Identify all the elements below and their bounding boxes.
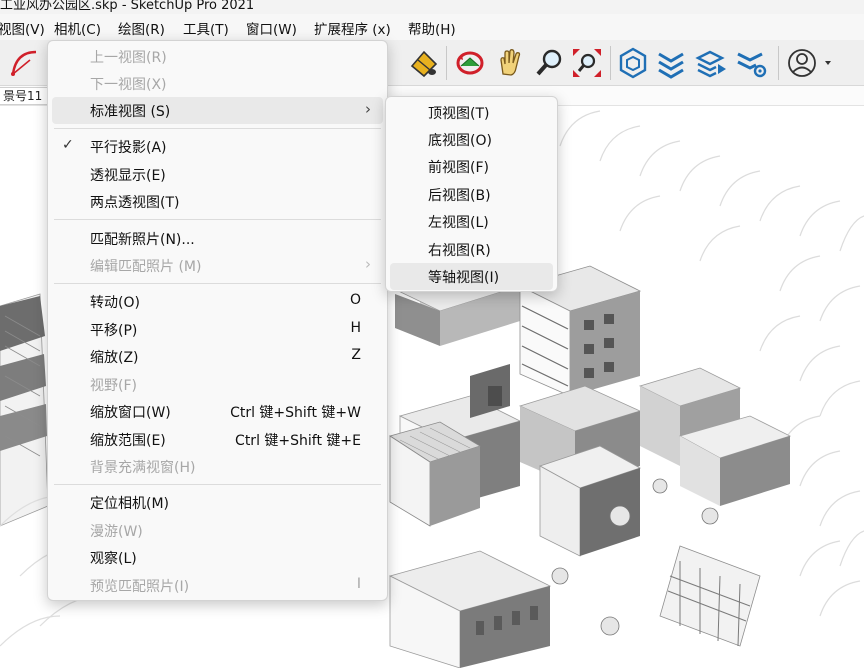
- menu-separator: [54, 128, 381, 129]
- components-icon[interactable]: [652, 44, 690, 82]
- menu-item-preview-matched-photo[interactable]: 预览匹配照片(I) I: [52, 572, 383, 599]
- menu-item-label: 定位相机(M): [90, 496, 170, 512]
- menu-item-zoom[interactable]: 缩放(Z) Z: [52, 343, 383, 370]
- menu-item-shortcut: Ctrl 键+Shift 键+W: [230, 405, 361, 421]
- arc-tool-icon[interactable]: [6, 44, 44, 82]
- menu-item-label: 缩放范围(E): [90, 433, 166, 449]
- submenu-item-bottom-view[interactable]: 底视图(O): [390, 126, 553, 153]
- menu-item-label: 标准视图 (S): [90, 104, 171, 120]
- pan-icon[interactable]: [491, 44, 529, 82]
- layout-send-icon[interactable]: [692, 44, 730, 82]
- menu-camera[interactable]: 相机(C): [54, 18, 101, 38]
- chevron-right-icon: ›: [365, 100, 371, 118]
- menu-separator: [54, 484, 381, 485]
- menu-item-position-camera[interactable]: 定位相机(M): [52, 489, 383, 516]
- menu-item-standard-views[interactable]: 标准视图 (S) ›: [52, 97, 383, 124]
- submenu-item-right-view[interactable]: 右视图(R): [390, 236, 553, 263]
- menu-item-label: 观察(L): [90, 551, 137, 567]
- menu-item-label: 缩放(Z): [90, 350, 139, 366]
- menu-item-shortcut: Z: [351, 347, 361, 363]
- window-title: 工业风办公园区.skp - SketchUp Pro 2021: [0, 0, 255, 13]
- menu-item-shortcut: H: [350, 320, 361, 336]
- menu-item-look-around[interactable]: 观察(L): [52, 544, 383, 571]
- menu-help[interactable]: 帮助(H): [408, 18, 456, 38]
- menu-item-label: 视野(F): [90, 378, 137, 394]
- menu-item-label: 背景充满视窗(H): [90, 460, 196, 476]
- menu-item-label: 转动(O): [90, 295, 140, 311]
- menu-item-label: 平行投影(A): [90, 140, 167, 156]
- toolbar-separator: [610, 46, 611, 80]
- scene-tab[interactable]: 景号11: [0, 87, 50, 105]
- menu-item-label: 右视图(R): [428, 243, 491, 259]
- menu-draw[interactable]: 绘图(R): [118, 18, 165, 38]
- chevron-right-icon: ›: [365, 255, 371, 273]
- menu-item-zoom-extents[interactable]: 缩放范围(E) Ctrl 键+Shift 键+E: [52, 426, 383, 453]
- menu-item-shortcut: I: [356, 576, 361, 592]
- camera-menu: 上一视图(R) 下一视图(X) 标准视图 (S) › ✓ 平行投影(A) 透视显…: [47, 40, 388, 601]
- title-bar: 工业风办公园区.skp - SketchUp Pro 2021: [0, 0, 864, 14]
- extension-warehouse-icon[interactable]: [614, 44, 652, 82]
- menu-item-label: 预览匹配照片(I): [90, 579, 190, 595]
- menu-item-label: 等轴视图(I): [428, 270, 500, 286]
- menu-item-previous-view[interactable]: 上一视图(R): [52, 43, 383, 70]
- menu-tools[interactable]: 工具(T): [183, 18, 229, 38]
- menu-extensions[interactable]: 扩展程序 (x): [314, 18, 391, 38]
- menu-window[interactable]: 窗口(W): [246, 18, 297, 38]
- orbit-icon[interactable]: [451, 44, 489, 82]
- menu-item-label: 左视图(L): [428, 215, 489, 231]
- menu-item-label: 匹配新照片(N)...: [90, 232, 195, 248]
- sketchup-window: 工业风办公园区.skp - SketchUp Pro 2021 视图(V) 相机…: [0, 0, 864, 668]
- submenu-item-front-view[interactable]: 前视图(F): [390, 153, 553, 180]
- zoom-extents-icon[interactable]: [568, 44, 606, 82]
- menu-item-field-of-view[interactable]: 视野(F): [52, 371, 383, 398]
- menu-item-label: 上一视图(R): [90, 50, 167, 66]
- menu-item-label: 平移(P): [90, 323, 138, 339]
- menu-item-label: 两点透视图(T): [90, 195, 180, 211]
- submenu-item-isometric-view[interactable]: 等轴视图(I): [390, 263, 553, 290]
- menu-item-zoom-window[interactable]: 缩放窗口(W) Ctrl 键+Shift 键+W: [52, 398, 383, 425]
- menu-item-walk[interactable]: 漫游(W): [52, 517, 383, 544]
- paint-bucket-icon[interactable]: [404, 44, 442, 82]
- menu-item-background-fill[interactable]: 背景充满视窗(H): [52, 453, 383, 480]
- menu-item-match-new-photo[interactable]: 匹配新照片(N)...: [52, 225, 383, 252]
- submenu-item-left-view[interactable]: 左视图(L): [390, 208, 553, 235]
- menu-item-label: 前视图(F): [428, 160, 489, 176]
- menu-separator: [54, 219, 381, 220]
- menu-item-label: 下一视图(X): [90, 77, 167, 93]
- menu-item-label: 后视图(B): [428, 188, 491, 204]
- zoom-icon[interactable]: [530, 44, 568, 82]
- menu-item-pan[interactable]: 平移(P) H: [52, 316, 383, 343]
- menu-separator: [54, 283, 381, 284]
- menu-view[interactable]: 视图(V): [0, 18, 45, 38]
- menu-item-label: 顶视图(T): [428, 106, 490, 122]
- menu-item-shortcut: Ctrl 键+Shift 键+E: [235, 433, 361, 449]
- standard-views-submenu: 顶视图(T) 底视图(O) 前视图(F) 后视图(B) 左视图(L) 右视图(R…: [385, 96, 558, 292]
- menu-item-label: 底视图(O): [428, 133, 492, 149]
- menu-item-perspective[interactable]: 透视显示(E): [52, 161, 383, 188]
- menu-item-two-point-perspective[interactable]: 两点透视图(T): [52, 188, 383, 215]
- menu-item-shortcut: O: [349, 292, 361, 308]
- menu-bar: 视图(V) 相机(C) 绘图(R) 工具(T) 窗口(W) 扩展程序 (x) 帮…: [0, 14, 864, 40]
- menu-item-parallel-projection[interactable]: ✓ 平行投影(A): [52, 133, 383, 160]
- menu-item-edit-matched-photo[interactable]: 编辑匹配照片 (M) ›: [52, 252, 383, 279]
- submenu-item-top-view[interactable]: 顶视图(T): [390, 99, 553, 126]
- menu-item-label: 漫游(W): [90, 524, 143, 540]
- submenu-item-back-view[interactable]: 后视图(B): [390, 181, 553, 208]
- toolbar-separator: [446, 46, 447, 80]
- checkmark-icon: ✓: [62, 137, 74, 153]
- extension-manager-icon[interactable]: [732, 44, 770, 82]
- menu-item-label: 透视显示(E): [90, 168, 166, 184]
- menu-item-next-view[interactable]: 下一视图(X): [52, 70, 383, 97]
- menu-item-label: 编辑匹配照片 (M): [90, 259, 202, 275]
- menu-item-label: 缩放窗口(W): [90, 405, 171, 421]
- menu-item-orbit[interactable]: 转动(O) O: [52, 288, 383, 315]
- toolbar-separator: [778, 46, 779, 80]
- account-icon[interactable]: [784, 44, 836, 82]
